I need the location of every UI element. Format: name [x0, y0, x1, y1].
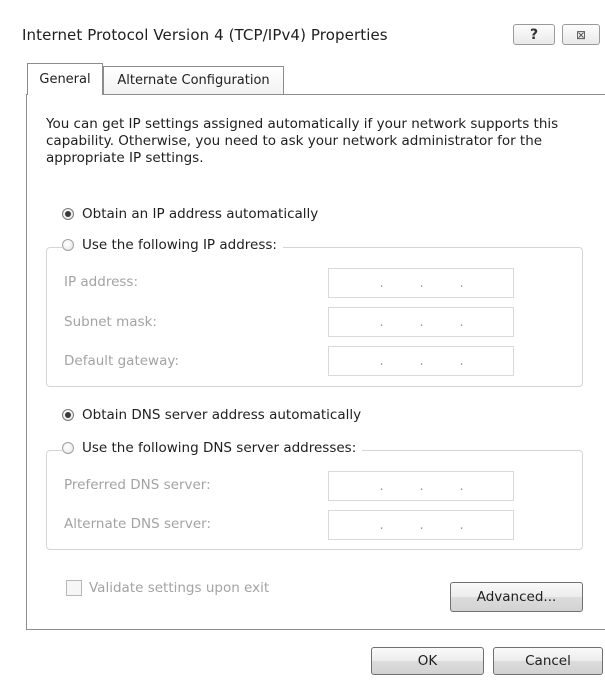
ip-octet-separator: . — [419, 517, 424, 533]
radio-button-unselected[interactable] — [62, 442, 74, 454]
help-button[interactable]: ? — [513, 24, 555, 45]
default-gateway-field[interactable]: . .. — [328, 346, 514, 376]
subnet-mask-value: . — [379, 314, 384, 330]
validate-settings-checkbox[interactable] — [66, 580, 82, 596]
preferred-dns-value: . — [379, 478, 384, 494]
tcpip-properties-dialog: Internet Protocol Version 4 (TCP/IPv4) P… — [0, 0, 605, 684]
alternate-dns-label: Alternate DNS server: — [64, 516, 212, 532]
ip-octet-separator: . — [459, 478, 464, 494]
tab-general[interactable]: General — [27, 63, 103, 95]
radio-button-selected[interactable] — [62, 208, 74, 220]
close-button[interactable]: ⊠ — [562, 24, 600, 45]
advanced-button[interactable]: Advanced... — [450, 582, 583, 612]
preferred-dns-field[interactable]: . .. — [328, 471, 514, 501]
preferred-dns-label: Preferred DNS server: — [64, 477, 211, 493]
alternate-dns-field[interactable]: . .. — [328, 510, 514, 540]
window-title: Internet Protocol Version 4 (TCP/IPv4) P… — [22, 26, 388, 44]
ip-octet-separator: . — [419, 353, 424, 369]
alternate-dns-value: . — [379, 517, 384, 533]
radio-use-following-ip-label: Use the following IP address: — [82, 237, 277, 253]
ip-address-value: . — [379, 275, 384, 291]
ip-octet-separator: . — [419, 275, 424, 291]
radio-obtain-ip-auto[interactable]: Obtain an IP address automatically — [62, 206, 325, 222]
radio-button-selected[interactable] — [62, 409, 74, 421]
ip-octet-separator: . — [459, 314, 464, 330]
radio-obtain-ip-auto-label: Obtain an IP address automatically — [82, 206, 319, 222]
tab-alternate-configuration[interactable]: Alternate Configuration — [103, 66, 284, 94]
help-icon: ? — [529, 26, 539, 43]
radio-button-unselected[interactable] — [62, 239, 74, 251]
ip-address-label: IP address: — [64, 274, 138, 290]
default-gateway-label: Default gateway: — [64, 353, 179, 369]
radio-obtain-dns-auto-label: Obtain DNS server address automatically — [82, 407, 362, 423]
ip-octet-separator: . — [419, 478, 424, 494]
radio-obtain-dns-auto[interactable]: Obtain DNS server address automatically — [62, 407, 368, 423]
ip-address-field[interactable]: . .. — [328, 268, 514, 298]
ip-octet-separator: . — [459, 517, 464, 533]
ip-octet-separator: . — [419, 314, 424, 330]
title-bar: Internet Protocol Version 4 (TCP/IPv4) P… — [0, 0, 605, 56]
radio-use-following-dns-label: Use the following DNS server addresses: — [82, 440, 357, 456]
subnet-mask-label: Subnet mask: — [64, 314, 157, 330]
validate-settings-row[interactable]: Validate settings upon exit — [66, 580, 269, 596]
radio-use-following-dns[interactable]: Use the following DNS server addresses: — [62, 440, 363, 456]
cancel-button[interactable]: Cancel — [493, 647, 603, 675]
intro-text: You can get IP settings assigned automat… — [46, 116, 559, 166]
close-icon: ⊠ — [575, 27, 587, 42]
subnet-mask-field[interactable]: . .. — [328, 307, 514, 337]
radio-use-following-ip[interactable]: Use the following IP address: — [62, 237, 283, 253]
ip-octet-separator: . — [459, 275, 464, 291]
ok-button[interactable]: OK — [371, 647, 484, 675]
default-gateway-value: . — [379, 353, 384, 369]
ip-octet-separator: . — [459, 353, 464, 369]
validate-settings-label: Validate settings upon exit — [89, 580, 270, 596]
